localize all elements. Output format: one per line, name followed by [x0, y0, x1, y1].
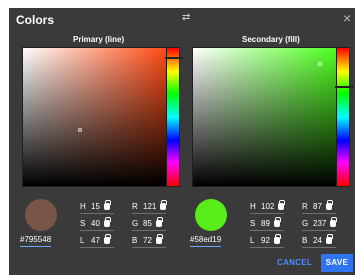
primary-h-field[interactable]: H 15	[80, 200, 114, 214]
lock-icon[interactable]	[103, 200, 111, 210]
primary-h-key: H	[80, 202, 86, 211]
secondary-r-field[interactable]: R 87	[302, 200, 336, 214]
close-icon[interactable]: ×	[343, 10, 351, 26]
primary-hex-input[interactable]: #795548	[20, 235, 52, 247]
primary-picker-cursor[interactable]	[78, 128, 82, 132]
secondary-g-value: 237	[313, 219, 327, 228]
lock-icon[interactable]	[155, 234, 163, 244]
primary-b-value: 72	[143, 236, 152, 245]
primary-g-value: 85	[143, 219, 152, 228]
secondary-r-key: R	[302, 202, 308, 211]
primary-l-value: 47	[91, 236, 100, 245]
colors-dialog: Colors ⇄ × Primary (line) #795548 H 15 S4…	[9, 8, 355, 275]
secondary-picker-cursor[interactable]	[318, 62, 322, 66]
primary-r-key: R	[132, 202, 138, 211]
secondary-label: Secondary (fill)	[242, 35, 300, 44]
lock-icon[interactable]	[273, 234, 281, 244]
dialog-title: Colors	[16, 13, 55, 27]
primary-r-field[interactable]: R 121	[132, 200, 168, 214]
lock-icon[interactable]	[155, 217, 163, 227]
secondary-s-value: 89	[261, 219, 270, 228]
secondary-h-key: H	[250, 202, 256, 211]
secondary-saturation-value-picker[interactable]	[192, 47, 337, 187]
secondary-l-field[interactable]: L 92	[250, 234, 284, 248]
secondary-l-key: L	[250, 236, 255, 245]
primary-b-field[interactable]: B 72	[132, 234, 166, 248]
primary-h-value: 15	[91, 202, 100, 211]
primary-g-key: G	[132, 219, 139, 228]
secondary-h-field[interactable]: H 102	[250, 200, 286, 214]
cancel-button[interactable]: CANCEL	[277, 258, 312, 267]
primary-s-value: 40	[91, 219, 100, 228]
primary-l-field[interactable]: L 47	[80, 234, 114, 248]
primary-l-key: L	[80, 236, 85, 245]
lock-icon[interactable]	[325, 234, 333, 244]
secondary-g-field[interactable]: G 237	[302, 217, 338, 231]
lock-icon[interactable]	[103, 217, 111, 227]
secondary-b-key: B	[302, 236, 308, 245]
primary-hue-handle[interactable]	[165, 57, 183, 59]
primary-b-key: B	[132, 236, 138, 245]
secondary-h-value: 102	[261, 202, 275, 211]
lock-icon[interactable]	[273, 217, 281, 227]
primary-label: Primary (line)	[73, 35, 125, 44]
save-button[interactable]: SAVE	[321, 254, 353, 272]
secondary-g-key: G	[302, 219, 309, 228]
primary-saturation-value-picker[interactable]	[22, 47, 167, 187]
secondary-b-field[interactable]: B 24	[302, 234, 336, 248]
lock-icon[interactable]	[103, 234, 111, 244]
lock-icon[interactable]	[160, 200, 168, 210]
secondary-hue-handle[interactable]	[335, 86, 353, 88]
primary-r-value: 121	[143, 202, 157, 211]
secondary-r-value: 87	[313, 202, 322, 211]
secondary-s-key: S	[250, 219, 256, 228]
primary-color-swatch	[25, 199, 57, 231]
primary-g-field[interactable]: G 85	[132, 217, 166, 231]
lock-icon[interactable]	[330, 217, 338, 227]
secondary-hex-input[interactable]: #58ed19	[190, 235, 222, 247]
secondary-hue-slider[interactable]	[335, 47, 353, 187]
secondary-color-swatch	[195, 199, 227, 231]
lock-icon[interactable]	[325, 200, 333, 210]
primary-s-key: S	[80, 219, 86, 228]
lock-icon[interactable]	[278, 200, 286, 210]
primary-hue-slider[interactable]	[165, 47, 183, 187]
primary-s-field[interactable]: S 40	[80, 217, 114, 231]
swap-icon[interactable]: ⇄	[182, 12, 190, 23]
secondary-l-value: 92	[261, 236, 270, 245]
secondary-b-value: 24	[313, 236, 322, 245]
secondary-s-field[interactable]: S 89	[250, 217, 284, 231]
